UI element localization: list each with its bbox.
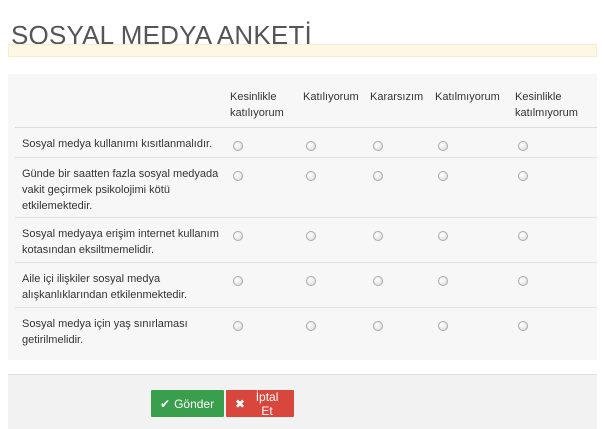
radio-strongly-agree[interactable] bbox=[233, 230, 243, 241]
cancel-button[interactable]: ✖ İptal Et bbox=[226, 389, 294, 418]
radio-agree[interactable] bbox=[306, 320, 316, 331]
question-row: Sosyal medya için yaş sınırlaması getiri… bbox=[15, 306, 597, 355]
radio-undecided[interactable] bbox=[373, 320, 383, 331]
form-footer: ✔ Gönder ✖ İptal Et bbox=[8, 374, 597, 429]
radio-strongly-agree[interactable] bbox=[233, 140, 243, 151]
cancel-button-label: İptal Et bbox=[255, 389, 279, 418]
radio-agree[interactable] bbox=[306, 275, 316, 286]
submit-button-label: Gönder bbox=[174, 396, 215, 411]
survey-table: Kesinlikle katılıyorum Katılıyorum Karar… bbox=[15, 74, 597, 355]
survey-panel: Kesinlikle katılıyorum Katılıyorum Karar… bbox=[8, 74, 597, 360]
question-text: Günde bir saatten fazla sosyal medyada v… bbox=[15, 156, 230, 217]
radio-disagree[interactable] bbox=[438, 170, 448, 181]
column-header-agree: Katılıyorum bbox=[303, 74, 370, 128]
question-text: Sosyal medya kullanımı kısıtlanmalıdır. bbox=[15, 126, 230, 157]
radio-strongly-agree[interactable] bbox=[233, 275, 243, 286]
radio-strongly-agree[interactable] bbox=[233, 320, 243, 331]
radio-disagree[interactable] bbox=[438, 140, 448, 151]
column-header-strongly-agree: Kesinlikle katılıyorum bbox=[230, 74, 303, 128]
radio-strongly-disagree[interactable] bbox=[518, 275, 528, 286]
radio-strongly-disagree[interactable] bbox=[518, 320, 528, 331]
submit-button[interactable]: ✔ Gönder bbox=[151, 390, 224, 417]
question-row: Günde bir saatten fazla sosyal medyada v… bbox=[15, 156, 597, 217]
table-header-row: Kesinlikle katılıyorum Katılıyorum Karar… bbox=[15, 74, 597, 128]
survey-page: SOSYAL MEDYA ANKETİ Kesinlikle katılıyor… bbox=[0, 0, 605, 429]
radio-strongly-disagree[interactable] bbox=[518, 140, 528, 151]
question-row: Aile içi ilişkiler sosyal medya alışkanl… bbox=[15, 261, 597, 307]
notice-bar bbox=[8, 44, 597, 57]
radio-agree[interactable] bbox=[306, 230, 316, 241]
column-header-strongly-disagree: Kesinlikle katılmıyorum bbox=[515, 74, 597, 128]
column-header-label: Kararsızım bbox=[370, 91, 424, 103]
radio-agree[interactable] bbox=[306, 140, 316, 151]
radio-strongly-disagree[interactable] bbox=[518, 230, 528, 241]
radio-disagree[interactable] bbox=[438, 275, 448, 286]
column-header-label: Kesinlikle katılıyorum bbox=[230, 91, 284, 119]
radio-undecided[interactable] bbox=[373, 230, 383, 241]
column-header-label: Katılıyorum bbox=[303, 91, 359, 103]
question-text: Aile içi ilişkiler sosyal medya alışkanl… bbox=[15, 261, 230, 307]
radio-disagree[interactable] bbox=[438, 320, 448, 331]
radio-undecided[interactable] bbox=[373, 170, 383, 181]
radio-strongly-disagree[interactable] bbox=[518, 170, 528, 181]
close-icon: ✖ bbox=[235, 396, 246, 411]
column-header-undecided: Kararsızım bbox=[370, 74, 435, 128]
check-icon: ✔ bbox=[160, 396, 171, 411]
radio-strongly-agree[interactable] bbox=[233, 170, 243, 181]
radio-disagree[interactable] bbox=[438, 230, 448, 241]
question-text: Sosyal medya için yaş sınırlaması getiri… bbox=[15, 306, 230, 355]
question-row: Sosyal medya kullanımı kısıtlanmalıdır. bbox=[15, 126, 597, 157]
radio-agree[interactable] bbox=[306, 170, 316, 181]
question-row: Sosyal medyaya erişim internet kullanım … bbox=[15, 216, 597, 262]
radio-undecided[interactable] bbox=[373, 275, 383, 286]
column-header-label: Katılmıyorum bbox=[435, 91, 500, 103]
radio-undecided[interactable] bbox=[373, 140, 383, 151]
question-column-header bbox=[15, 74, 230, 128]
column-header-label: Kesinlikle katılmıyorum bbox=[515, 91, 578, 119]
question-text: Sosyal medyaya erişim internet kullanım … bbox=[15, 216, 230, 262]
column-header-disagree: Katılmıyorum bbox=[435, 74, 515, 128]
